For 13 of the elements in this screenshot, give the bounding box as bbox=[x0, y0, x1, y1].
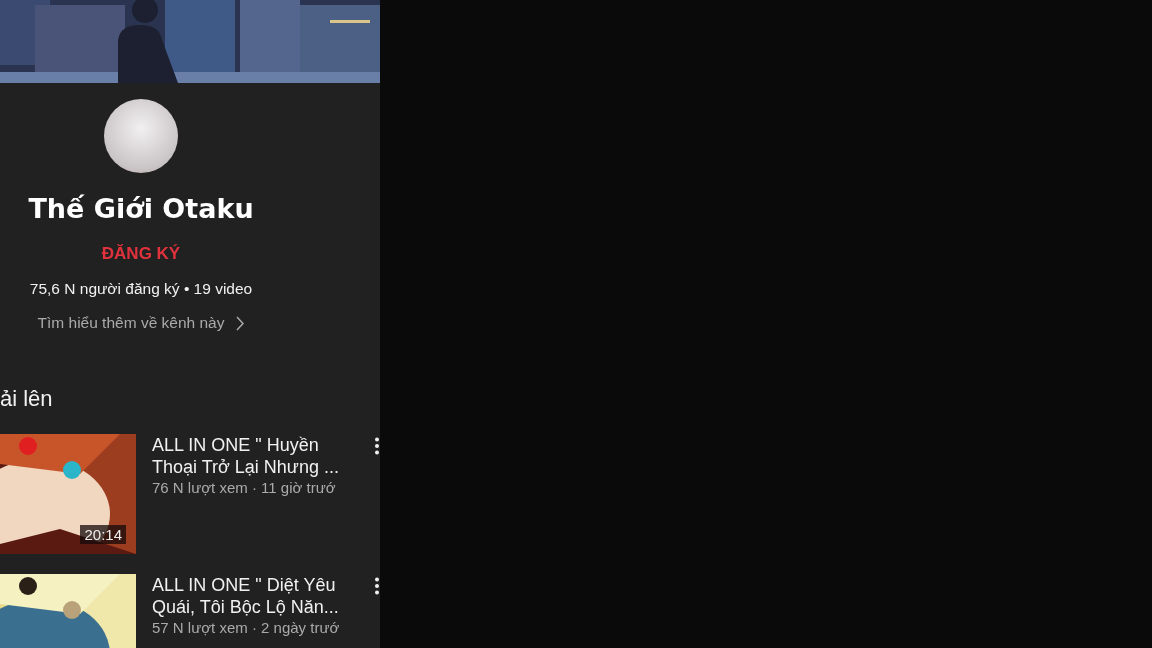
video-title[interactable]: ALL IN ONE " Huyền Thoại Trở Lại Nhưng ... bbox=[152, 434, 350, 478]
chevron-right-icon bbox=[236, 315, 245, 331]
channel-stats: 75,6 N người đăng ký • 19 video bbox=[29, 280, 253, 298]
more-options-icon[interactable] bbox=[374, 437, 380, 455]
video-duration: 20:14 bbox=[80, 525, 126, 544]
video-title[interactable]: ALL IN ONE " Diệt Yêu Quái, Tôi Bộc Lộ Năn... bbox=[152, 574, 350, 618]
video-meta: 76 N lượt xem · 11 giờ trướ bbox=[152, 478, 337, 497]
video-meta: 57 N lượt xem · 2 ngày trướ bbox=[152, 618, 341, 637]
section-title: ải lên bbox=[0, 386, 54, 412]
more-options-icon[interactable] bbox=[374, 577, 380, 595]
subscribe-button[interactable]: ĐĂNG KÝ bbox=[97, 242, 185, 266]
about-channel-link[interactable]: Tìm hiểu thêm về kênh này bbox=[37, 314, 245, 332]
channel-name: Thế Giới Otaku bbox=[28, 193, 254, 224]
